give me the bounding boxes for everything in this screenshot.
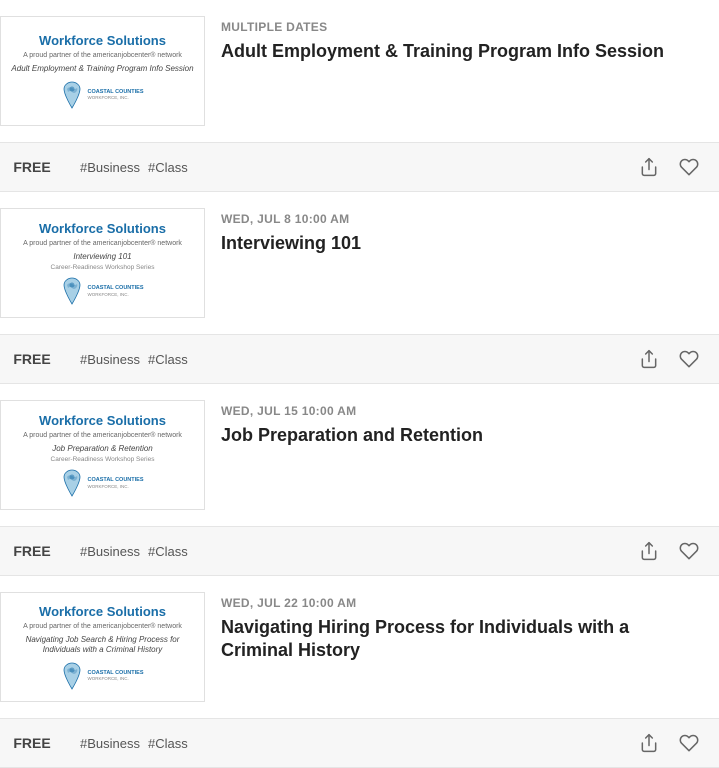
event-info-4: WED, JUL 22 10:00 AM Navigating Hiring P… <box>221 592 703 663</box>
favorite-button-4[interactable] <box>675 729 703 757</box>
event-date-3: WED, JUL 15 10:00 AM <box>221 404 703 418</box>
thumb-title-3: Workforce Solutions <box>39 413 166 429</box>
heart-icon-3 <box>679 541 699 561</box>
event-info-2: WED, JUL 8 10:00 AM Interviewing 101 <box>221 208 703 255</box>
thumb-subtitle-2: A proud partner of the americanjobcenter… <box>23 239 182 248</box>
thumb-workshop-3: Career-Readiness Workshop Series <box>51 456 155 463</box>
thumb-workshop-2: Career-Readiness Workshop Series <box>51 264 155 271</box>
favorite-button-2[interactable] <box>675 345 703 373</box>
thumb-session-1: Adult Employment & Training Program Info… <box>11 64 193 74</box>
thumb-subtitle-3: A proud partner of the americanjobcenter… <box>23 431 182 440</box>
share-icon-3 <box>639 541 659 561</box>
event-tag-3-1[interactable]: #Business <box>80 544 140 559</box>
thumb-org-name-3: COASTAL COUNTIES <box>87 477 143 484</box>
thumb-session-2: Interviewing 101 <box>73 252 131 262</box>
event-actions-2 <box>635 345 703 373</box>
event-footer-3: FREE #Business #Class <box>0 526 719 575</box>
share-button-4[interactable] <box>635 729 663 757</box>
event-footer-4: FREE #Business #Class <box>0 718 719 767</box>
event-date-4: WED, JUL 22 10:00 AM <box>221 596 703 610</box>
event-tag-2-2[interactable]: #Class <box>148 352 188 367</box>
favorite-button-1[interactable] <box>675 153 703 181</box>
thumb-title-2: Workforce Solutions <box>39 221 166 237</box>
event-tags-4: #Business #Class <box>80 736 635 751</box>
event-title-1[interactable]: Adult Employment & Training Program Info… <box>221 40 703 63</box>
share-button-1[interactable] <box>635 153 663 181</box>
thumb-logo-3: COASTAL COUNTIES WORKFORCE, INC. <box>61 469 143 497</box>
event-tag-1-1[interactable]: #Business <box>80 160 140 175</box>
event-tags-3: #Business #Class <box>80 544 635 559</box>
event-actions-4 <box>635 729 703 757</box>
event-block-3: Workforce Solutions A proud partner of t… <box>0 384 719 576</box>
thumb-org-sub-4: WORKFORCE, INC. <box>87 676 143 681</box>
event-title-2[interactable]: Interviewing 101 <box>221 232 703 255</box>
share-icon-2 <box>639 349 659 369</box>
thumb-org-name-2: COASTAL COUNTIES <box>87 285 143 292</box>
event-price-2: FREE <box>0 351 80 367</box>
thumb-subtitle-4: A proud partner of the americanjobcenter… <box>23 622 182 631</box>
thumb-logo-4: COASTAL COUNTIES WORKFORCE, INC. <box>61 662 143 690</box>
share-button-3[interactable] <box>635 537 663 565</box>
event-tag-3-2[interactable]: #Class <box>148 544 188 559</box>
event-price-1: FREE <box>0 159 80 175</box>
heart-icon-4 <box>679 733 699 753</box>
event-actions-3 <box>635 537 703 565</box>
share-icon-1 <box>639 157 659 177</box>
event-tag-2-1[interactable]: #Business <box>80 352 140 367</box>
event-title-3[interactable]: Job Preparation and Retention <box>221 424 703 447</box>
events-list: Workforce Solutions A proud partner of t… <box>0 0 719 768</box>
event-block-2: Workforce Solutions A proud partner of t… <box>0 192 719 384</box>
share-button-2[interactable] <box>635 345 663 373</box>
thumb-title-4: Workforce Solutions <box>39 604 166 620</box>
event-info-1: MULTIPLE DATES Adult Employment & Traini… <box>221 16 703 63</box>
thumb-org-sub-1: WORKFORCE, INC. <box>87 95 143 100</box>
thumb-session-3: Job Preparation & Retention <box>52 444 153 454</box>
event-date-2: WED, JUL 8 10:00 AM <box>221 212 703 226</box>
share-icon-4 <box>639 733 659 753</box>
event-tag-4-1[interactable]: #Business <box>80 736 140 751</box>
thumb-session-4: Navigating Job Search & Hiring Process f… <box>9 635 196 656</box>
thumb-org-sub-3: WORKFORCE, INC. <box>87 484 143 489</box>
event-footer-2: FREE #Business #Class <box>0 334 719 383</box>
event-tag-1-2[interactable]: #Class <box>148 160 188 175</box>
event-main-2: Workforce Solutions A proud partner of t… <box>0 192 719 334</box>
event-footer-1: FREE #Business #Class <box>0 142 719 191</box>
thumb-title-1: Workforce Solutions <box>39 33 166 49</box>
event-date-1: MULTIPLE DATES <box>221 20 703 34</box>
event-tags-1: #Business #Class <box>80 160 635 175</box>
event-price-3: FREE <box>0 543 80 559</box>
event-main-4: Workforce Solutions A proud partner of t… <box>0 576 719 718</box>
thumb-org-name-4: COASTAL COUNTIES <box>87 670 143 677</box>
event-thumbnail-3[interactable]: Workforce Solutions A proud partner of t… <box>0 400 205 510</box>
event-block-4: Workforce Solutions A proud partner of t… <box>0 576 719 768</box>
thumb-logo-1: COASTAL COUNTIES WORKFORCE, INC. <box>61 81 143 109</box>
event-title-4[interactable]: Navigating Hiring Process for Individual… <box>221 616 703 663</box>
heart-icon-2 <box>679 349 699 369</box>
thumb-subtitle-1: A proud partner of the americanjobcenter… <box>23 51 182 60</box>
heart-icon-1 <box>679 157 699 177</box>
event-main-3: Workforce Solutions A proud partner of t… <box>0 384 719 526</box>
thumb-org-sub-2: WORKFORCE, INC. <box>87 292 143 297</box>
event-thumbnail-2[interactable]: Workforce Solutions A proud partner of t… <box>0 208 205 318</box>
thumb-org-name-1: COASTAL COUNTIES <box>87 89 143 96</box>
event-main-1: Workforce Solutions A proud partner of t… <box>0 0 719 142</box>
event-tag-4-2[interactable]: #Class <box>148 736 188 751</box>
event-thumbnail-1[interactable]: Workforce Solutions A proud partner of t… <box>0 16 205 126</box>
event-tags-2: #Business #Class <box>80 352 635 367</box>
thumb-logo-2: COASTAL COUNTIES WORKFORCE, INC. <box>61 277 143 305</box>
event-price-4: FREE <box>0 735 80 751</box>
event-info-3: WED, JUL 15 10:00 AM Job Preparation and… <box>221 400 703 447</box>
event-actions-1 <box>635 153 703 181</box>
event-thumbnail-4[interactable]: Workforce Solutions A proud partner of t… <box>0 592 205 702</box>
favorite-button-3[interactable] <box>675 537 703 565</box>
event-block-1: Workforce Solutions A proud partner of t… <box>0 0 719 192</box>
